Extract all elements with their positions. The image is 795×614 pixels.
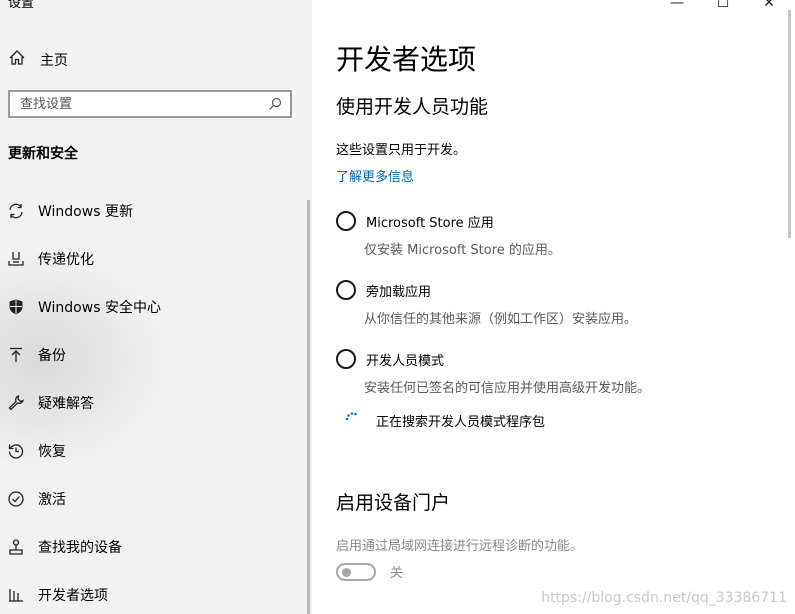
sidebar-item-label: Windows 更新 [38,204,133,220]
option-store-apps[interactable]: Microsoft Store 应用 [336,211,494,231]
learn-more-link[interactable]: 了解更多信息 [336,166,414,185]
option-description: 安装任何已签名的可信应用并使用高级开发功能。 [364,381,651,396]
option-sideload-apps[interactable]: 旁加载应用 [336,280,431,300]
section-title: 使用开发人员功能 [336,96,489,118]
search-box[interactable] [8,90,292,118]
radio-button[interactable] [336,349,356,369]
sidebar-item-label: 传递优化 [38,252,94,268]
home-icon [8,49,26,71]
main-content: — ☐ ✕ 开发者选项 使用开发人员功能 这些设置只用于开发。 了解更多信息 M… [312,0,795,614]
app-title: 设置 [8,0,35,11]
find-device-icon [6,537,26,557]
check-circle-icon [6,489,26,509]
radio-button[interactable] [336,211,356,231]
close-button[interactable]: ✕ [754,0,784,11]
home-label: 主页 [40,53,68,69]
option-developer-mode[interactable]: 开发人员模式 [336,349,444,369]
status-row: 正在搜索开发人员模式程序包 [344,410,545,430]
minimize-button[interactable]: — [662,0,692,11]
option-description: 从你信任的其他来源（例如工作区）安装应用。 [364,312,638,327]
sidebar-item-activation[interactable]: 激活 [0,479,305,519]
sidebar-item-troubleshoot[interactable]: 疑难解答 [0,383,305,423]
loading-spinner-icon [344,410,360,430]
device-portal-title: 启用设备门户 [336,492,451,514]
toggle-knob [342,567,351,577]
delivery-optimization-icon [6,249,26,269]
sidebar-item-developer-options[interactable]: 开发者选项 [0,575,305,614]
sidebar-item-label: 备份 [38,348,66,364]
sidebar-item-windows-update[interactable]: Windows 更新 [0,191,305,231]
radio-button[interactable] [336,280,356,300]
sidebar-item-recovery[interactable]: 恢复 [0,431,305,471]
backup-arrow-icon [6,345,26,365]
device-portal-toggle[interactable] [336,562,376,581]
sidebar-item-label: 恢复 [38,444,66,460]
option-label: 旁加载应用 [366,284,432,300]
shield-icon [6,297,26,317]
sync-icon [6,201,26,221]
sidebar-item-find-my-device[interactable]: 查找我的设备 [0,527,305,567]
maximize-button[interactable]: ☐ [708,0,738,11]
sidebar-item-label: Windows 安全中心 [38,300,161,316]
device-portal-toggle-row: 关 [336,562,403,581]
option-description: 仅安装 Microsoft Store 的应用。 [364,243,561,258]
option-label: Microsoft Store 应用 [366,215,494,231]
recovery-icon [6,441,26,461]
main-scrollbar[interactable] [788,10,791,238]
sidebar-section-title: 更新和安全 [8,146,78,162]
sidebar-scrollbar[interactable] [307,200,310,614]
sidebar-item-backup[interactable]: 备份 [0,335,305,375]
sidebar-item-label: 激活 [38,492,66,508]
page-title: 开发者选项 [336,43,477,76]
home-nav-item[interactable]: 主页 [8,48,68,72]
search-input[interactable] [10,96,264,112]
option-label: 开发人员模式 [366,353,445,369]
developer-icon [6,585,26,605]
watermark: https://blog.csdn.net/qq_33386711 [541,590,787,606]
section-description: 这些设置只用于开发。 [336,143,467,158]
status-text: 正在搜索开发人员模式程序包 [376,414,546,430]
wrench-icon [6,393,26,413]
sidebar-item-label: 疑难解答 [38,396,94,412]
search-icon[interactable] [264,97,286,111]
sidebar-item-delivery-optimization[interactable]: 传递优化 [0,239,305,279]
sidebar-item-label: 开发者选项 [38,588,108,604]
sidebar: 设置 主页 更新和安全 Windows 更新 传递优化 Windows 安全中心 [0,0,312,614]
sidebar-item-windows-security[interactable]: Windows 安全中心 [0,287,305,327]
toggle-state-label: 关 [390,566,404,581]
sidebar-item-label: 查找我的设备 [38,540,122,556]
device-portal-description: 启用通过局域网连接进行远程诊断的功能。 [336,539,584,554]
